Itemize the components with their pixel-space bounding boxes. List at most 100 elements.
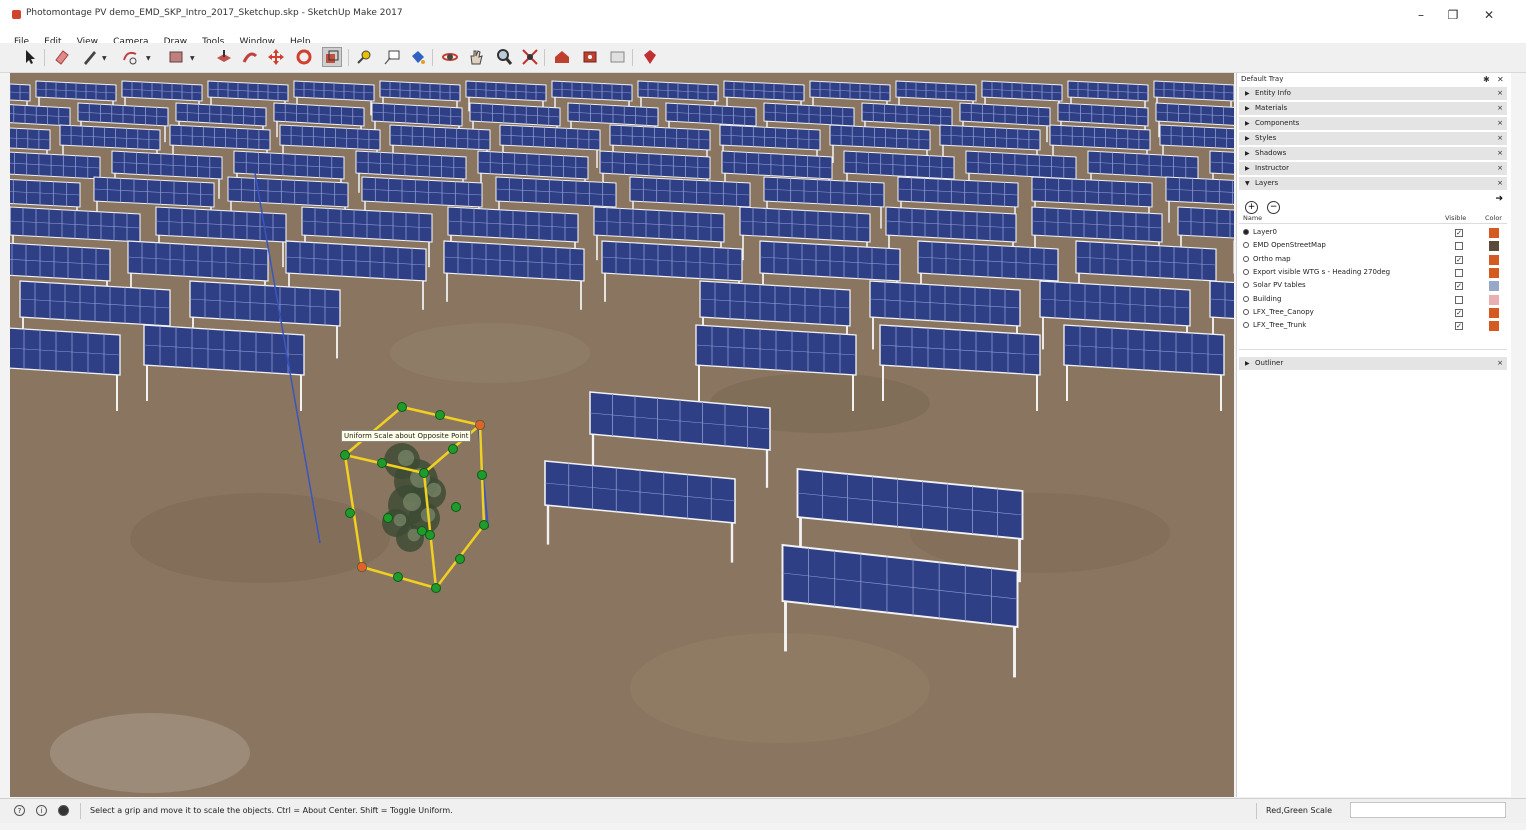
panel-styles[interactable]: ▶ Styles ×: [1239, 132, 1507, 146]
layer-visible-checkbox[interactable]: ✓: [1455, 308, 1463, 317]
line-tool-button[interactable]: [80, 47, 100, 67]
layers-col-visible[interactable]: Visible: [1445, 214, 1466, 222]
panel-close-icon[interactable]: ×: [1497, 357, 1503, 370]
zoom-tool-button[interactable]: [494, 47, 514, 67]
panel-close-icon[interactable]: ×: [1497, 132, 1503, 145]
layer-row[interactable]: EMD OpenStreetMap: [1239, 239, 1507, 252]
zoom-extents-tool-button[interactable]: [520, 47, 540, 67]
panel-materials[interactable]: ▶ Materials ×: [1239, 102, 1507, 116]
layer-name[interactable]: Building: [1253, 293, 1281, 306]
rotate-tool-button[interactable]: [294, 47, 314, 67]
active-layer-radio[interactable]: [1243, 295, 1249, 302]
layer-name[interactable]: LFX_Tree_Trunk: [1253, 319, 1306, 332]
layer-visible-checkbox[interactable]: ✓: [1455, 255, 1463, 264]
layer-visible-checkbox[interactable]: [1455, 268, 1463, 277]
credits-icon[interactable]: i: [36, 805, 47, 816]
ground-patch: [630, 633, 930, 743]
layer-name[interactable]: Layer0: [1253, 226, 1277, 239]
tape-measure-tool-button[interactable]: [354, 47, 374, 67]
panel-components[interactable]: ▶ Components ×: [1239, 117, 1507, 131]
active-layer-radio[interactable]: [1243, 229, 1249, 235]
panel-layers[interactable]: ▼ Layers ×: [1239, 177, 1507, 191]
extension-warehouse-button[interactable]: [580, 47, 600, 67]
layer-color-swatch[interactable]: [1489, 267, 1499, 278]
panel-close-icon[interactable]: ×: [1497, 177, 1503, 190]
active-layer-radio[interactable]: [1243, 282, 1249, 289]
active-layer-radio[interactable]: [1243, 255, 1249, 262]
push-pull-tool-button[interactable]: [214, 47, 234, 67]
layer-name[interactable]: LFX_Tree_Canopy: [1253, 306, 1314, 319]
model-viewport[interactable]: Uniform Scale about Opposite Point: [10, 73, 1234, 797]
active-layer-radio[interactable]: [1243, 308, 1249, 315]
layer-row[interactable]: Building: [1239, 293, 1507, 306]
layer-visible-checkbox[interactable]: [1455, 295, 1463, 304]
panel-instructor[interactable]: ▶ Instructor ×: [1239, 162, 1507, 176]
layer-color-swatch[interactable]: [1489, 321, 1499, 332]
text-tool-button[interactable]: [382, 47, 402, 67]
layer-row[interactable]: LFX_Tree_Trunk ✓: [1239, 319, 1507, 332]
pan-tool-button[interactable]: [466, 47, 486, 67]
active-layer-radio[interactable]: [1243, 268, 1249, 275]
layer-name[interactable]: Solar PV tables: [1253, 279, 1306, 292]
measurements-label: Red,Green Scale: [1266, 806, 1333, 815]
arc-dropdown-arrow-icon[interactable]: ▼: [146, 55, 151, 62]
rectangle-tool-button[interactable]: [166, 47, 186, 67]
minimize-button[interactable]: –: [1404, 6, 1438, 24]
panel-outliner[interactable]: ▶ Outliner ×: [1239, 357, 1507, 371]
layer-color-swatch[interactable]: [1489, 241, 1499, 252]
arc-tool-button[interactable]: [120, 47, 140, 67]
active-layer-radio[interactable]: [1243, 322, 1249, 329]
close-button[interactable]: ✕: [1472, 6, 1506, 24]
layer-color-swatch[interactable]: [1489, 228, 1499, 238]
layer-row[interactable]: Export visible WTG s - Heading 270deg: [1239, 266, 1507, 279]
active-layer-radio[interactable]: [1243, 242, 1249, 249]
layer-row[interactable]: LFX_Tree_Canopy ✓: [1239, 306, 1507, 319]
layer-name[interactable]: Export visible WTG s - Heading 270deg: [1253, 266, 1390, 279]
layer-row[interactable]: Layer0 ✓: [1239, 226, 1507, 239]
panel-close-icon[interactable]: ×: [1497, 102, 1503, 115]
layer-color-swatch[interactable]: [1489, 307, 1499, 318]
layer-row[interactable]: Ortho map ✓: [1239, 253, 1507, 266]
layers-col-color[interactable]: Color: [1485, 214, 1502, 222]
layout-button[interactable]: [608, 47, 628, 67]
panel-close-icon[interactable]: ×: [1497, 162, 1503, 175]
layer-color-swatch[interactable]: [1489, 294, 1499, 305]
eraser-tool-button[interactable]: [52, 47, 72, 67]
scene-canvas[interactable]: [10, 73, 1234, 797]
layer-visible-checkbox[interactable]: ✓: [1455, 322, 1463, 331]
panel-shadows[interactable]: ▶ Shadows ×: [1239, 147, 1507, 161]
select-tool-button[interactable]: [20, 47, 40, 67]
layer-row[interactable]: Solar PV tables ✓: [1239, 279, 1507, 292]
paint-bucket-tool-button[interactable]: [408, 47, 428, 67]
pin-icon[interactable]: ✱: [1483, 75, 1490, 84]
scale-corner-grip-handle: [357, 562, 367, 572]
line-dropdown-arrow-icon[interactable]: ▼: [102, 55, 107, 62]
layer-color-swatch[interactable]: [1489, 254, 1499, 265]
panel-close-icon[interactable]: ×: [1497, 87, 1503, 100]
panel-entity-info[interactable]: ▶ Entity Info ×: [1239, 87, 1507, 101]
layer-details-icon[interactable]: ➔: [1495, 194, 1503, 204]
layer-color-swatch[interactable]: [1489, 281, 1499, 292]
layer-name[interactable]: EMD OpenStreetMap: [1253, 239, 1326, 252]
orbit-tool-button[interactable]: [440, 47, 460, 67]
rectangle-dropdown-arrow-icon[interactable]: ▼: [190, 55, 195, 62]
user-account-icon[interactable]: [58, 805, 69, 816]
follow-me-tool-button[interactable]: [240, 47, 260, 67]
layer-visible-checkbox[interactable]: [1455, 242, 1463, 251]
collapse-triangle-icon: ▼: [1245, 180, 1250, 187]
measurements-input[interactable]: [1350, 802, 1506, 818]
panel-close-icon[interactable]: ×: [1497, 117, 1503, 130]
move-tool-button[interactable]: [266, 47, 286, 67]
layers-col-name[interactable]: Name: [1243, 214, 1262, 222]
scale-tool-button[interactable]: [322, 47, 342, 67]
3d-warehouse-button[interactable]: [552, 47, 572, 67]
panel-close-icon[interactable]: ×: [1497, 147, 1503, 160]
restore-button[interactable]: ❐: [1436, 6, 1470, 24]
layer-visible-checkbox[interactable]: ✓: [1455, 229, 1463, 237]
layer-visible-checkbox[interactable]: ✓: [1455, 282, 1463, 291]
extension-manager-button[interactable]: [640, 47, 660, 67]
default-tray: Default Tray ✱ ✕ ▶ Entity Info × ▶ Material…: [1236, 73, 1511, 797]
tray-close-icon[interactable]: ✕: [1497, 75, 1504, 84]
layer-name[interactable]: Ortho map: [1253, 253, 1291, 266]
geolocation-icon[interactable]: ?: [14, 805, 25, 816]
